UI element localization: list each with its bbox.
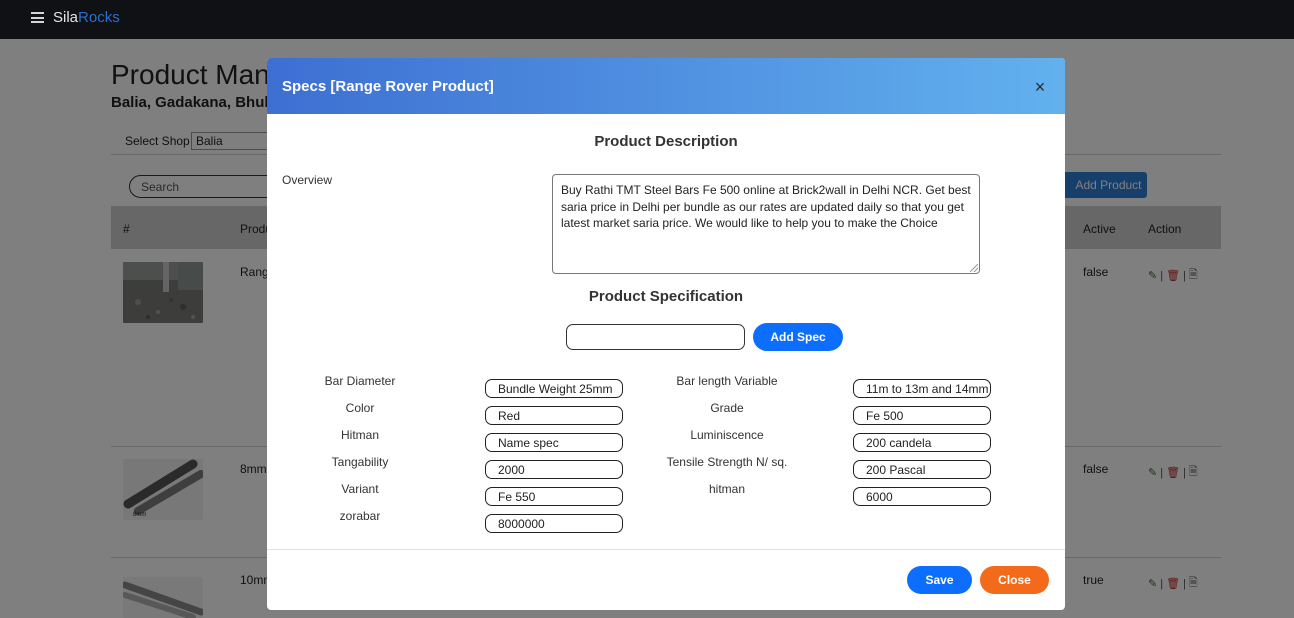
close-button[interactable]: Close	[980, 566, 1049, 594]
spec-value-input[interactable]: Name spec	[485, 433, 623, 452]
overview-label: Overview	[282, 173, 333, 187]
specs-modal: Specs [Range Rover Product] × Product De…	[267, 58, 1065, 610]
brand-part1: Sila	[53, 9, 79, 26]
spec-value-input[interactable]: 2000	[485, 460, 623, 479]
spec-value-input[interactable]: 200 candela	[853, 433, 991, 452]
add-spec-button[interactable]: Add Spec	[753, 323, 843, 351]
brand-logo[interactable]: SilaRocks	[53, 9, 120, 26]
new-spec-input[interactable]	[566, 324, 745, 350]
modal-footer-divider	[267, 549, 1065, 550]
save-button[interactable]: Save	[907, 566, 972, 594]
overview-textarea[interactable]: Buy Rathi TMT Steel Bars Fe 500 online a…	[552, 174, 980, 274]
close-icon[interactable]: ×	[1031, 78, 1049, 96]
spec-value-input[interactable]: 200 Pascal	[853, 460, 991, 479]
top-navbar: SilaRocks	[0, 0, 1294, 39]
spec-value-input[interactable]: Bundle Weight 25mm	[485, 379, 623, 398]
brand-part2: Rocks	[78, 9, 120, 26]
spec-value-input[interactable]: 11m to 13m and 14mm	[853, 379, 991, 398]
spec-label: Luminiscence	[690, 428, 764, 442]
spec-label: hitman	[708, 482, 746, 496]
spec-label: Tensile Strength N/ sq.	[666, 455, 788, 469]
spec-value-input[interactable]: Fe 550	[485, 487, 623, 506]
description-heading: Product Description	[594, 133, 738, 150]
spec-label: Tangability	[331, 455, 389, 469]
spec-value-input[interactable]: 6000	[853, 487, 991, 506]
resize-handle-icon[interactable]	[970, 264, 978, 272]
spec-label: Variant	[341, 482, 379, 496]
spec-label: Hitman	[340, 428, 379, 442]
spec-value-input[interactable]: Red	[485, 406, 623, 425]
overview-text: Buy Rathi TMT Steel Bars Fe 500 online a…	[561, 183, 971, 231]
spec-label: zorabar	[339, 509, 381, 523]
spec-label: Bar Diameter	[324, 374, 396, 388]
specification-heading: Product Specification	[588, 288, 744, 305]
modal-header: Specs [Range Rover Product] ×	[267, 58, 1065, 114]
spec-value-input[interactable]: 8000000	[485, 514, 623, 533]
spec-label: Bar length Variable	[676, 374, 778, 388]
hamburger-menu-icon[interactable]	[31, 12, 44, 23]
modal-title: Specs [Range Rover Product]	[282, 78, 494, 95]
spec-label: Color	[345, 401, 375, 415]
spec-label: Grade	[710, 401, 744, 415]
spec-value-input[interactable]: Fe 500	[853, 406, 991, 425]
